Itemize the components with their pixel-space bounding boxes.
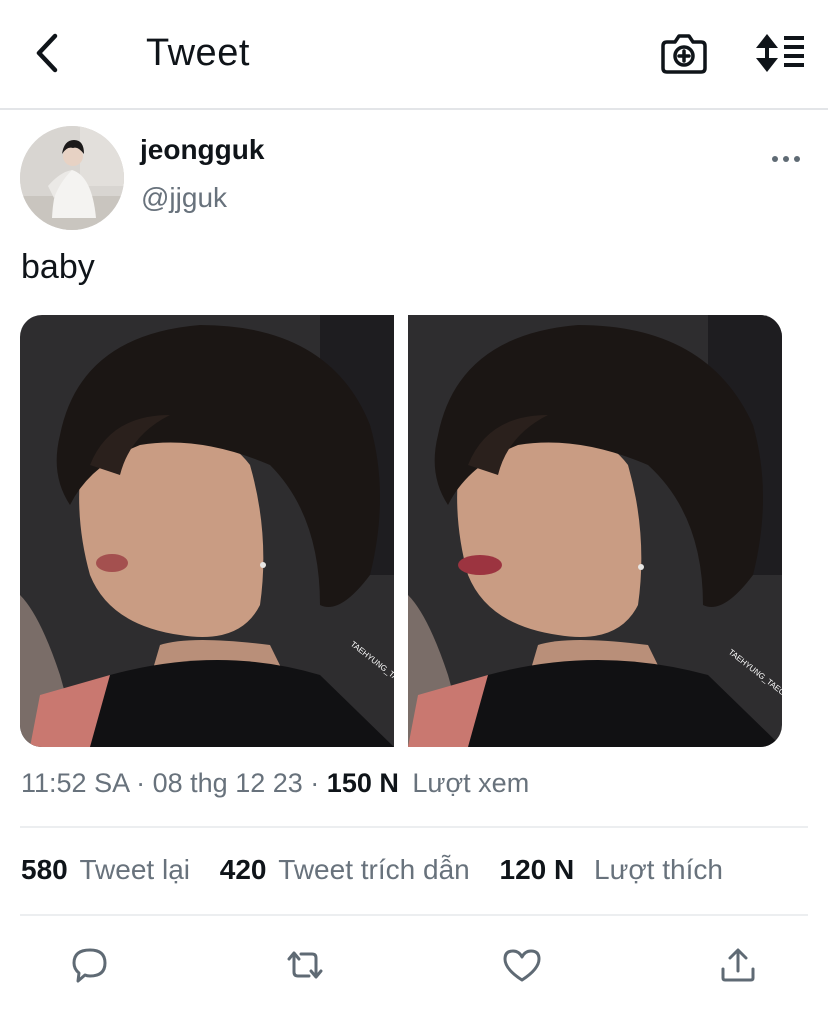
photo-image: TAEHYUNG_TAEGGE	[20, 315, 394, 747]
avatar[interactable]	[20, 126, 124, 230]
views-label[interactable]: Lượt xem	[412, 768, 529, 798]
more-options-button[interactable]	[764, 144, 808, 174]
likes-count: 120 N	[499, 854, 575, 885]
reply-icon	[72, 948, 107, 983]
engagement-stats: 580 Tweet lại 420 Tweet trích dẫn 120 N …	[21, 854, 723, 886]
more-dot-icon	[783, 156, 789, 162]
retweet-icon	[287, 951, 323, 979]
meta-separator: ·	[310, 768, 320, 798]
tweet-media: TAEHYUNG_TAEGGE TAEHYUNG_TAEGGE	[20, 315, 782, 747]
retweets-label: Tweet lại	[79, 854, 191, 885]
likes-label: Lượt thích	[594, 854, 723, 885]
tweet-text: baby	[21, 248, 95, 286]
meta-separator: ·	[136, 768, 146, 798]
retweets-stat[interactable]: 580 Tweet lại	[21, 854, 190, 886]
display-name[interactable]: jeongguk	[140, 134, 264, 166]
retweets-count: 580	[21, 854, 68, 885]
quotes-label: Tweet trích dẫn	[278, 854, 470, 885]
page-title: Tweet	[146, 32, 250, 74]
quotes-count: 420	[219, 854, 267, 885]
chevron-left-icon	[36, 33, 58, 73]
retweet-button[interactable]	[283, 943, 327, 987]
quotes-stat[interactable]: 420 Tweet trích dẫn	[220, 854, 470, 886]
tweet-photo-1[interactable]: TAEHYUNG_TAEGGE	[20, 315, 394, 747]
sort-icon	[756, 34, 804, 72]
back-button[interactable]	[26, 30, 66, 76]
like-button[interactable]	[500, 943, 544, 987]
divider	[20, 826, 808, 828]
top-bar: Tweet	[0, 0, 828, 110]
avatar-image	[20, 126, 124, 230]
share-button[interactable]	[716, 943, 760, 987]
sort-button[interactable]	[754, 30, 806, 76]
tweet-time: 11:52 SA	[21, 768, 129, 798]
views-count[interactable]: 150 N	[327, 768, 399, 798]
divider	[20, 914, 808, 916]
more-dot-icon	[772, 156, 778, 162]
tweet-photo-2[interactable]: TAEHYUNG_TAEGGE	[408, 315, 782, 747]
camera-plus-icon	[661, 34, 707, 74]
reply-button[interactable]	[68, 943, 112, 987]
likes-stat[interactable]: 120 N Lượt thích	[500, 854, 723, 886]
share-icon	[721, 948, 755, 982]
tweet-date: 08 thg 12 23	[152, 768, 303, 798]
like-icon	[503, 949, 541, 982]
camera-button[interactable]	[660, 30, 708, 76]
photo-image: TAEHYUNG_TAEGGE	[408, 315, 782, 747]
action-bar	[0, 935, 828, 995]
more-dot-icon	[794, 156, 800, 162]
tweet-meta: 11:52 SA · 08 thg 12 23 · 150 N Lượt xem	[21, 768, 529, 799]
user-handle[interactable]: @jjguk	[141, 182, 227, 214]
